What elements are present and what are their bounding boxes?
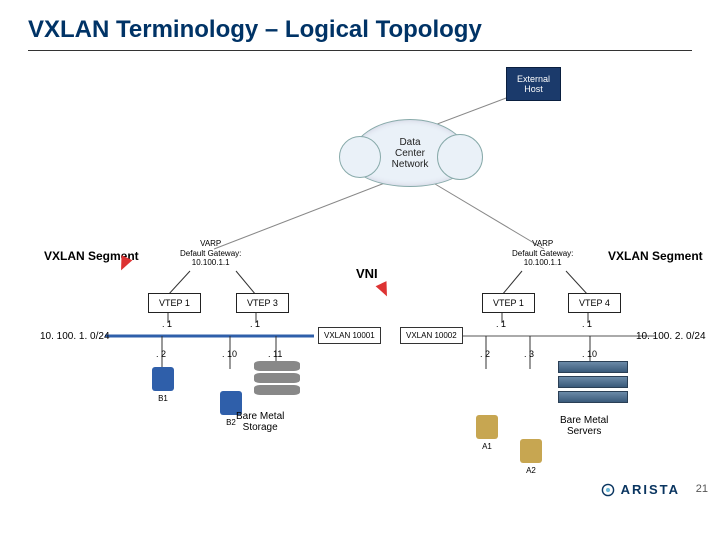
vm-a2-label: A2 [520,466,542,475]
brand-logo-mark [601,483,615,497]
ip-dot10: . 10 [582,349,597,359]
vm-a1: A1 [476,415,498,439]
bare-metal-storage-label: Bare Metal Storage [236,411,284,433]
vm-b1: B1 [152,367,174,391]
ip-dot3: . 3 [524,349,534,359]
connection-lines [0,61,720,501]
ip-dot2: . 2 [156,349,166,359]
disk-icon [254,385,300,395]
vm-b1-label: B1 [152,394,174,403]
subnet-left: 10. 100. 1. 0/24 [40,331,110,342]
title-rule [28,50,692,51]
vtep-1-left: VTEP 1 [148,293,201,313]
ip-dot2: . 2 [480,349,490,359]
ip-dot11: . 11 [268,349,282,359]
varp-left-l1: VARP [180,239,241,249]
page-number: 21 [696,483,708,495]
vtep-1-right: VTEP 1 [482,293,535,313]
server-icon [558,376,628,388]
varp-right-l2: Default Gateway: [512,249,573,259]
varp-right: VARP Default Gateway: 10.100.1.1 [512,239,573,268]
vxlan-10002: VXLAN 10002 [400,327,463,344]
subnet-right: 10. 100. 2. 0/24 [636,331,706,342]
ip-dot1: . 1 [582,319,592,329]
varp-right-l3: 10.100.1.1 [512,258,573,268]
varp-left: VARP Default Gateway: 10.100.1.1 [180,239,241,268]
ip-dot1: . 1 [496,319,506,329]
vni-label: VNI [356,266,378,281]
ip-dot1: . 1 [162,319,172,329]
disk-icon [254,361,300,371]
vm-a1-label: A1 [476,442,498,451]
varp-left-l3: 10.100.1.1 [180,258,241,268]
varp-left-l2: Default Gateway: [180,249,241,259]
brand-name: ARISTA [621,482,680,497]
vtep-4: VTEP 4 [568,293,621,313]
vtep-3: VTEP 3 [236,293,289,313]
storage-stack [254,361,300,395]
vm-a2: A2 [520,439,542,463]
ip-dot10: . 10 [222,349,237,359]
server-icon [558,391,628,403]
server-stack [558,361,628,403]
diagram-canvas: External Host Data Center Network VARP D… [0,61,720,501]
varp-right-l1: VARP [512,239,573,249]
ip-dot1: . 1 [250,319,260,329]
bare-metal-servers-label: Bare Metal Servers [560,415,608,437]
segment-label-right: VXLAN Segment [608,249,703,263]
external-host-box: External Host [506,67,561,101]
disk-icon [254,373,300,383]
page-title: VXLAN Terminology – Logical Topology [0,0,720,50]
server-icon [558,361,628,373]
vxlan-10001: VXLAN 10001 [318,327,381,344]
brand-logo: ARISTA [601,482,680,497]
